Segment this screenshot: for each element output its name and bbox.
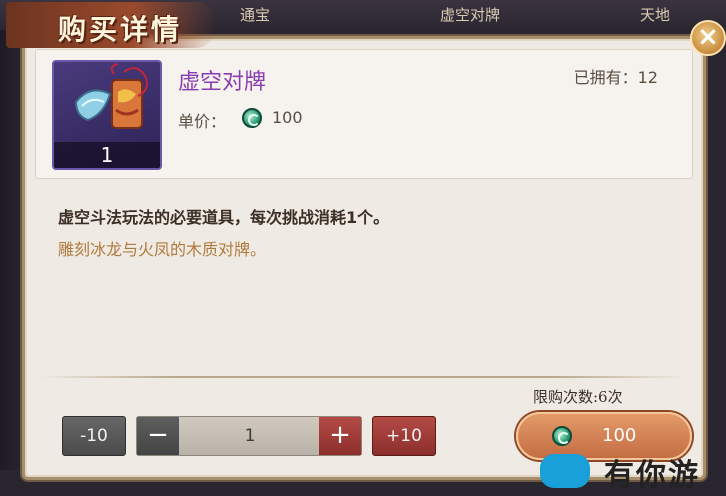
gamepad-icon [540, 454, 590, 488]
quantity-value: 1 [244, 426, 256, 446]
item-icon: 1 [52, 60, 162, 170]
title-ribbon: 购买详情 [6, 2, 216, 48]
background-tab-void-token: 虚空对牌 [440, 6, 501, 24]
item-icon-count: 1 [54, 142, 160, 168]
unit-price-label: 单价： [178, 112, 227, 131]
plus-10-button[interactable]: +10 [372, 416, 436, 456]
minus-10-button[interactable]: -10 [62, 416, 126, 456]
jade-coin-icon [242, 108, 262, 128]
quantity-stepper: − 1 + [136, 416, 362, 456]
unit-price-value: 100 [272, 108, 303, 127]
void-token-icon [74, 63, 148, 129]
minus-button[interactable]: − [137, 417, 179, 455]
item-name: 虚空对牌 [178, 70, 267, 95]
watermark: 有你游 [530, 446, 726, 496]
dialog-title: 购买详情 [58, 13, 183, 46]
buy-total-cost: 100 [602, 425, 637, 446]
jade-coin-icon [552, 426, 572, 446]
purchase-limit-label: 限购次数:6次 [533, 388, 623, 406]
background-tab-tongbao: 通宝 [240, 6, 271, 24]
background-tab-tiandi: 天地 [640, 6, 671, 24]
owned-count: 已拥有：12 [573, 68, 658, 87]
item-flavor-text: 雕刻冰龙与火凤的木质对牌。 [58, 240, 267, 259]
item-description: 虚空斗法玩法的必要道具，每次挑战消耗1个。 [58, 208, 390, 227]
divider [40, 376, 686, 378]
close-button[interactable]: × [690, 20, 726, 56]
plus-button[interactable]: + [319, 417, 361, 455]
watermark-text: 有你游 [604, 458, 700, 493]
